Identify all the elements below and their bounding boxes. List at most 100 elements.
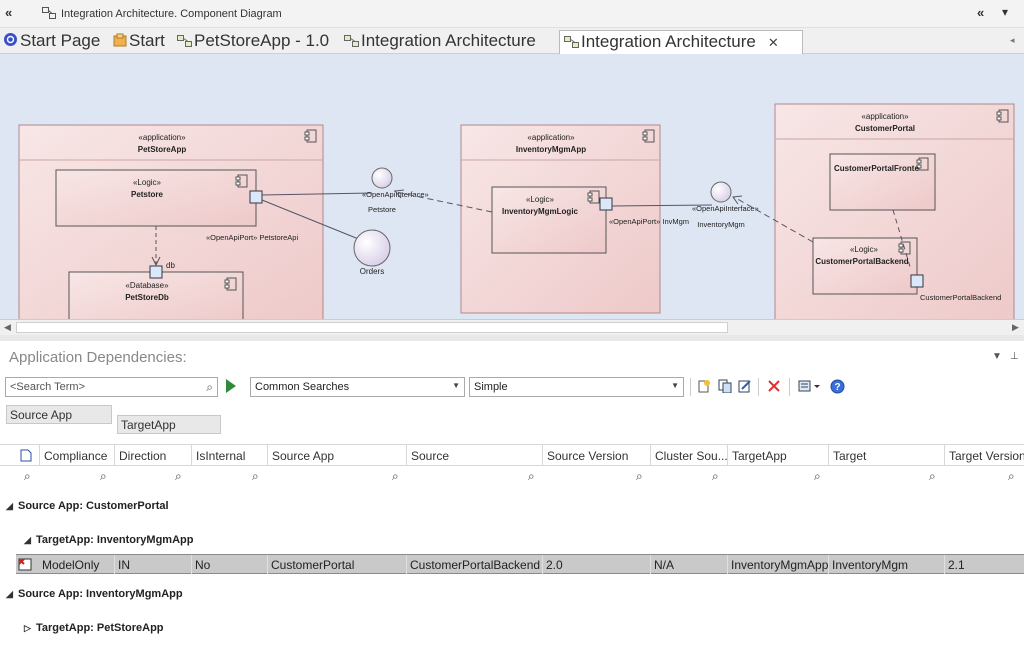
column-header-source-version[interactable]: Source Version xyxy=(542,445,650,467)
scroll-right-icon[interactable]: ▶ xyxy=(1012,322,1019,333)
expanded-arrow-icon[interactable]: ◢ xyxy=(24,535,36,546)
group-by-source-app[interactable]: Source App xyxy=(6,405,112,424)
filter-row: ⌕ ⌕ ⌕ ⌕ ⌕ ⌕ ⌕ ⌕ ⌕ ⌕ ⌕ xyxy=(0,466,1024,486)
chevron-down-icon[interactable]: ▾ xyxy=(1002,5,1008,19)
collapse-right-icon[interactable]: « xyxy=(977,5,984,20)
cpb-port[interactable] xyxy=(910,274,924,288)
chevron-down-icon[interactable]: ▼ xyxy=(992,351,1002,362)
diagram-canvas[interactable]: «application» PetStoreApp «Logic» Petsto… xyxy=(0,54,1024,319)
help-icon[interactable]: ? xyxy=(830,379,846,395)
view-select[interactable]: Simple ▼ xyxy=(469,377,684,397)
component-name: Petstore xyxy=(131,190,164,199)
component-name: CustomerPortal xyxy=(855,124,915,133)
column-header-source[interactable]: Source xyxy=(406,445,542,467)
cell-direction[interactable]: IN xyxy=(114,555,191,574)
column-header-target[interactable]: Target xyxy=(828,445,944,467)
title-bar: « Integration Architecture. Component Di… xyxy=(0,0,1024,28)
filter-search-icon[interactable]: ⌕ xyxy=(636,469,643,484)
component-petstore[interactable]: «Logic» Petstore xyxy=(55,169,257,227)
cell-source[interactable]: CustomerPortalBackend xyxy=(406,555,542,574)
group-header-source-app[interactable]: ◢ Source App: CustomerPortal xyxy=(6,500,169,512)
search-input[interactable]: <Search Term> ⌕ xyxy=(5,377,218,397)
component-stereotype: «Database» xyxy=(125,281,169,290)
component-customerportalfrontend[interactable]: CustomerPortalFronte xyxy=(829,153,936,211)
panel-toolbar: <Search Term> ⌕ Common Searches ▼ Simple ▼… xyxy=(0,375,1024,399)
group-by-target-app[interactable]: TargetApp xyxy=(117,415,221,434)
invmgm-port[interactable] xyxy=(599,197,613,211)
options-menu-icon[interactable] xyxy=(798,379,822,393)
petstore-port[interactable] xyxy=(249,190,263,204)
column-header-target-version[interactable]: Target Version xyxy=(944,445,1024,467)
edit-icon[interactable] xyxy=(738,379,752,393)
common-searches-select[interactable]: Common Searches ▼ xyxy=(250,377,465,397)
component-stereotype: «application» xyxy=(527,133,575,142)
filter-search-icon[interactable]: ⌕ xyxy=(712,469,719,484)
horizontal-scrollbar[interactable]: ◀ ▶ xyxy=(0,319,1024,335)
filter-search-icon[interactable]: ⌕ xyxy=(1008,469,1015,484)
cell-source-app[interactable]: CustomerPortal xyxy=(267,555,406,574)
component-name: InventoryMgmLogic xyxy=(502,207,579,216)
column-header-target-app[interactable]: TargetApp xyxy=(727,445,828,467)
tab-start[interactable]: Start xyxy=(113,30,165,54)
select-value: Simple xyxy=(474,381,508,393)
db-port[interactable] xyxy=(149,265,163,279)
tab-integration-architecture[interactable]: Integration Architecture xyxy=(344,30,536,54)
column-header-source-app[interactable]: Source App xyxy=(267,445,406,467)
interface-inventorymgm[interactable] xyxy=(710,181,732,203)
filter-search-icon[interactable]: ⌕ xyxy=(814,469,821,484)
filter-search-icon[interactable]: ⌕ xyxy=(100,469,107,484)
dependency-row-icon xyxy=(18,558,34,577)
cell-target-app[interactable]: InventoryMgmApp xyxy=(727,555,828,574)
cell-target[interactable]: InventoryMgm xyxy=(828,555,944,574)
run-search-icon[interactable] xyxy=(226,379,236,393)
filter-search-icon[interactable]: ⌕ xyxy=(528,469,535,484)
filter-search-icon[interactable]: ⌕ xyxy=(929,469,936,484)
cell-target-version[interactable]: 2.1 xyxy=(944,555,1024,574)
filter-search-icon[interactable]: ⌕ xyxy=(175,469,182,484)
component-petstoredb[interactable]: «Database» PetStoreDb xyxy=(68,271,244,319)
table-row[interactable]: ModelOnly IN No CustomerPortal CustomerP… xyxy=(16,554,1024,574)
column-header-compliance[interactable]: Compliance xyxy=(39,445,114,467)
interface-orders[interactable] xyxy=(353,229,391,267)
toolbar-divider xyxy=(789,378,790,396)
group-header-source-app[interactable]: ◢ Source App: InventoryMgmApp xyxy=(6,588,183,600)
delete-icon[interactable] xyxy=(767,379,781,393)
interface-petstore[interactable] xyxy=(371,167,393,189)
filter-search-icon[interactable]: ⌕ xyxy=(24,469,31,484)
tab-start-page[interactable]: Start Page xyxy=(3,30,100,54)
tab-integration-architecture-active[interactable]: Integration Architecture ✕ xyxy=(559,30,803,54)
column-header-isinternal[interactable]: IsInternal xyxy=(191,445,267,467)
app-window: « Integration Architecture. Component Di… xyxy=(0,0,1024,651)
expanded-arrow-icon[interactable]: ◢ xyxy=(6,589,18,600)
column-header-direction[interactable]: Direction xyxy=(114,445,191,467)
cell-source-version[interactable]: 2.0 xyxy=(542,555,650,574)
column-header-cluster-source[interactable]: Cluster Sou... xyxy=(650,445,727,467)
new-item-icon[interactable] xyxy=(697,379,711,393)
filter-search-icon[interactable]: ⌕ xyxy=(252,469,259,484)
group-header-target-app[interactable]: ▷ TargetApp: PetStoreApp xyxy=(24,622,164,634)
scroll-tabs-icon[interactable]: ◂ xyxy=(1010,35,1015,46)
svg-text:?: ? xyxy=(834,382,840,393)
group-header-target-app[interactable]: ◢ TargetApp: InventoryMgmApp xyxy=(24,534,193,546)
collapse-left-icon[interactable]: « xyxy=(5,5,12,20)
scrollbar-thumb[interactable] xyxy=(16,322,728,333)
scroll-left-icon[interactable]: ◀ xyxy=(4,322,11,333)
copy-icon[interactable] xyxy=(718,379,732,393)
collapsed-arrow-icon[interactable]: ▷ xyxy=(24,623,36,634)
cell-compliance[interactable]: ModelOnly xyxy=(39,555,114,574)
row-selector-header[interactable] xyxy=(16,445,39,467)
port-label: db xyxy=(166,261,175,270)
expanded-arrow-icon[interactable]: ◢ xyxy=(6,501,18,512)
cell-isinternal[interactable]: No xyxy=(191,555,267,574)
tab-petstoreapp[interactable]: PetStoreApp - 1.0 xyxy=(177,30,329,54)
panel-title: Application Dependencies: xyxy=(9,349,187,366)
component-customerportalbackend[interactable]: «Logic» CustomerPortalBackend xyxy=(812,237,918,295)
component-inventorymgmlogic[interactable]: «Logic» InventoryMgmLogic xyxy=(491,186,607,254)
tab-label: Start Page xyxy=(20,31,101,50)
component-stereotype: «application» xyxy=(861,112,909,121)
search-icon[interactable]: ⌕ xyxy=(206,380,213,395)
close-icon[interactable]: ✕ xyxy=(768,35,779,50)
cell-cluster-source[interactable]: N/A xyxy=(650,555,727,574)
pin-icon[interactable]: ⊥ xyxy=(1010,351,1019,362)
filter-search-icon[interactable]: ⌕ xyxy=(392,469,399,484)
